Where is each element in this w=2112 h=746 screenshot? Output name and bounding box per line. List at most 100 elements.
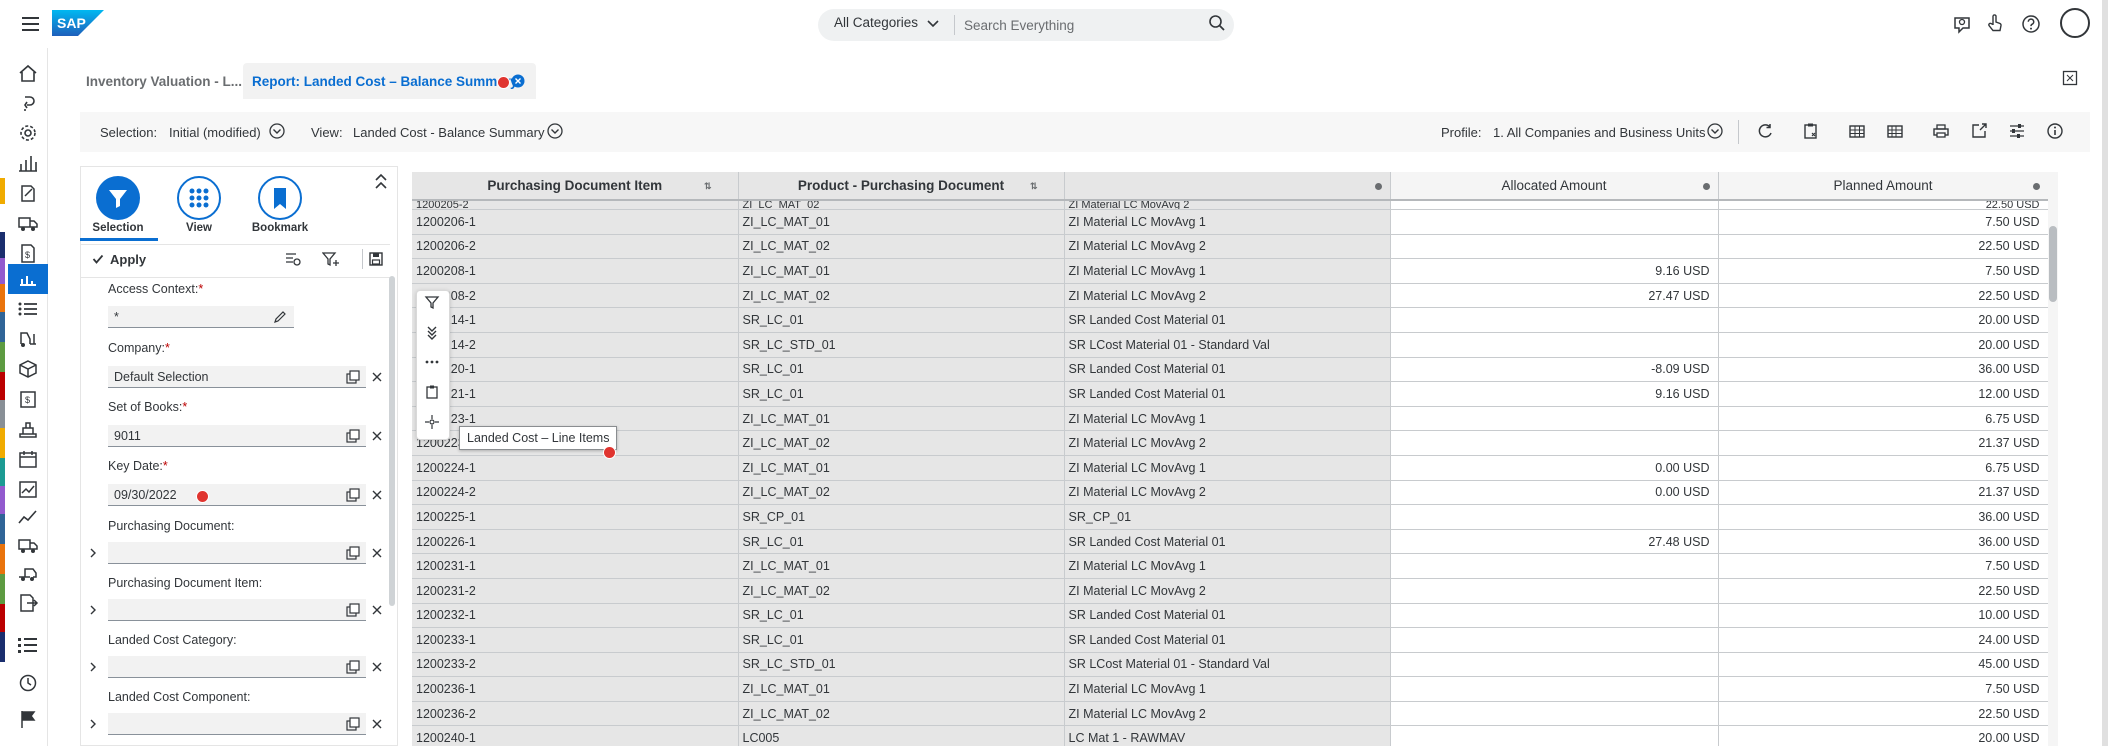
table-cell[interactable]: 7.50 USD — [1718, 258, 2048, 284]
table-cell[interactable]: 45.00 USD — [1718, 652, 2048, 678]
table-cell[interactable]: 20.00 USD — [1718, 725, 2048, 746]
table-cell[interactable]: ZI Material LC MovAvg 2 — [1064, 701, 1391, 727]
table-cell[interactable]: 1200231-2 — [412, 578, 739, 604]
table-cell[interactable]: SR Landed Cost Material 01 — [1064, 627, 1391, 653]
table-row[interactable]: 1200236-1 ZI_LC_MAT_01 ZI Material LC MovA… — [412, 676, 2048, 702]
column-header-purchasing-document-item[interactable]: Purchasing Document Item ⇅ — [412, 172, 739, 201]
export-icon[interactable] — [1970, 122, 1988, 140]
purchasing-document-item-input[interactable] — [108, 599, 366, 621]
clipboard-icon[interactable] — [1802, 122, 1820, 140]
table-cell[interactable]: 9.16 USD — [1390, 381, 1719, 407]
home-icon[interactable] — [16, 62, 40, 84]
table-cell[interactable] — [1390, 200, 1719, 210]
table-cell[interactable]: ZI Material LC MovAvg 1 — [1064, 406, 1391, 432]
table-row[interactable]: 1200233-2 SR_LC_STD_01 SR LCost Material 0… — [412, 652, 2048, 678]
table-cell[interactable] — [1390, 676, 1719, 702]
column-menu-icon[interactable] — [1702, 183, 1710, 190]
table-row[interactable]: 1200206-2 ZI_LC_MAT_02 ZI Material LC MovA… — [412, 234, 2048, 260]
inventory-icon[interactable] — [16, 418, 40, 440]
table-cell[interactable]: ZI_LC_MAT_01 — [738, 258, 1065, 284]
table-cell[interactable]: ZI_LC_MAT_02 — [738, 430, 1065, 456]
table-cell[interactable]: 1200206-2 — [412, 234, 739, 260]
table-cell[interactable]: 1200208-1 — [412, 258, 739, 284]
ledger-icon[interactable]: $ — [16, 388, 40, 410]
column-header-product[interactable]: Product - Purchasing Document ⇅ — [738, 172, 1065, 201]
table-cell[interactable]: 1200224-1 — [412, 455, 739, 481]
column-header-allocated-amount[interactable]: Allocated Amount — [1390, 172, 1719, 201]
table-cell[interactable]: ZI Material LC MovAvg 1 — [1064, 553, 1391, 579]
column-menu-icon[interactable] — [1374, 183, 1382, 190]
checkmark-icon[interactable] — [92, 253, 104, 265]
table-row[interactable]: 1200232-1 SR_LC_01 SR Landed Cost Material… — [412, 603, 2048, 629]
help-icon[interactable] — [2020, 13, 2042, 35]
table-cell[interactable]: ZI Material LC MovAvg 2 — [1064, 234, 1391, 260]
chevron-right-icon[interactable] — [88, 604, 98, 616]
value-help-icon[interactable] — [345, 428, 361, 444]
column-header-product-description[interactable] — [1064, 172, 1391, 201]
table-cell[interactable]: SR_LC_01 — [738, 381, 1065, 407]
table-row[interactable]: 1200224-1 ZI_LC_MAT_01 ZI Material LC MovA… — [412, 455, 2048, 481]
info-icon[interactable] — [2046, 122, 2064, 140]
delivery-icon[interactable] — [16, 534, 40, 556]
table-cell[interactable]: ZI Material LC MovAvg 1 — [1064, 676, 1391, 702]
table-cell[interactable] — [1390, 627, 1719, 653]
table-cell[interactable]: SR_CP_01 — [738, 504, 1065, 530]
chevron-right-icon[interactable] — [88, 547, 98, 559]
table-row[interactable]: 1200208-1 ZI_LC_MAT_01 ZI Material LC MovA… — [412, 258, 2048, 284]
table-cell[interactable]: ZI_LC_MAT_01 — [738, 455, 1065, 481]
table-cell[interactable]: SR Landed Cost Material 01 — [1064, 529, 1391, 555]
jump-to-icon[interactable] — [424, 414, 440, 430]
table-cell[interactable]: 36.00 USD — [1718, 357, 2048, 383]
table-row[interactable]: 1200220-1SR_LC_01SR Landed Cost Material… — [412, 357, 2048, 383]
table-cell[interactable]: 22.50 USD — [1718, 578, 2048, 604]
table-cell[interactable]: ZI Material LC MovAvg 1 — [1064, 209, 1391, 235]
table-cell[interactable]: 21.37 USD — [1718, 430, 2048, 456]
landed-cost-category-input[interactable] — [108, 656, 366, 678]
value-help-icon[interactable] — [345, 716, 361, 732]
key-date-input[interactable] — [108, 484, 366, 506]
table-cell[interactable]: SR_LC_01 — [738, 529, 1065, 555]
search-icon[interactable] — [1208, 14, 1226, 32]
table-cell[interactable]: 1200224-2 — [412, 480, 739, 506]
table-cell[interactable]: 22.50 USD — [1718, 200, 2048, 210]
collapse-panel-icon[interactable] — [372, 170, 390, 194]
table-row[interactable]: 1200205-2 ZI_LC_MAT_02 ZI Material LC MovA… — [412, 200, 2048, 210]
table-cell[interactable]: SR_LC_STD_01 — [738, 652, 1065, 678]
view-button[interactable] — [177, 176, 221, 220]
bookmark-button[interactable] — [258, 176, 302, 220]
refresh-icon[interactable] — [1756, 122, 1774, 140]
table-cell[interactable] — [1390, 553, 1719, 579]
table-cell[interactable]: SR LCost Material 01 - Standard Val — [1064, 332, 1391, 358]
chart-icon[interactable] — [16, 152, 40, 174]
company-input[interactable] — [108, 366, 366, 388]
purchasing-document-input[interactable] — [108, 542, 366, 564]
shipping-icon[interactable] — [16, 562, 40, 584]
clear-icon[interactable] — [370, 429, 384, 443]
table-row[interactable]: 1200223-1ZI_LC_MAT_01ZI Material LC MovA… — [412, 406, 2048, 432]
table-cell[interactable]: ZI_LC_MAT_02 — [738, 480, 1065, 506]
table-row[interactable]: 1200240-1 LC005 LC Mat 1 - RAWMAV 20.00 USD — [412, 725, 2048, 746]
table-cell[interactable]: SR_LC_STD_01 — [738, 332, 1065, 358]
page-scrollbar[interactable] — [2102, 0, 2108, 746]
table-cell[interactable]: 7.50 USD — [1718, 676, 2048, 702]
set-of-books-input[interactable] — [108, 425, 366, 447]
trend-chart-icon[interactable] — [16, 478, 40, 500]
table-cell[interactable]: 22.50 USD — [1718, 701, 2048, 727]
table-row[interactable]: 1200236-2 ZI_LC_MAT_02 ZI Material LC MovA… — [412, 701, 2048, 727]
table-settings-icon[interactable] — [1848, 122, 1866, 140]
table-cell[interactable] — [1390, 652, 1719, 678]
table-cell[interactable]: ZI Material LC MovAvg 1 — [1064, 455, 1391, 481]
table-cell[interactable]: 1200231-1 — [412, 553, 739, 579]
tab-landed-cost-report[interactable]: Report: Landed Cost – Balance Summary — [252, 74, 518, 89]
table-cell[interactable]: ZI_LC_MAT_01 — [738, 209, 1065, 235]
table-cell[interactable]: ZI_LC_MAT_02 — [738, 578, 1065, 604]
side-panel-scrollbar[interactable] — [389, 276, 395, 606]
clear-icon[interactable] — [370, 546, 384, 560]
apply-button[interactable]: Apply — [110, 252, 146, 267]
sort-icon[interactable]: ⇅ — [704, 181, 712, 192]
table-cell[interactable]: LC005 — [738, 725, 1065, 746]
table-cell[interactable]: 20.00 USD — [1718, 332, 2048, 358]
table-cell[interactable]: 1200225-1 — [412, 504, 739, 530]
table-cell[interactable]: SR_LC_01 — [738, 603, 1065, 629]
table-row[interactable]: 1200225-1 SR_CP_01 SR_CP_01 36.00 USD — [412, 504, 2048, 530]
